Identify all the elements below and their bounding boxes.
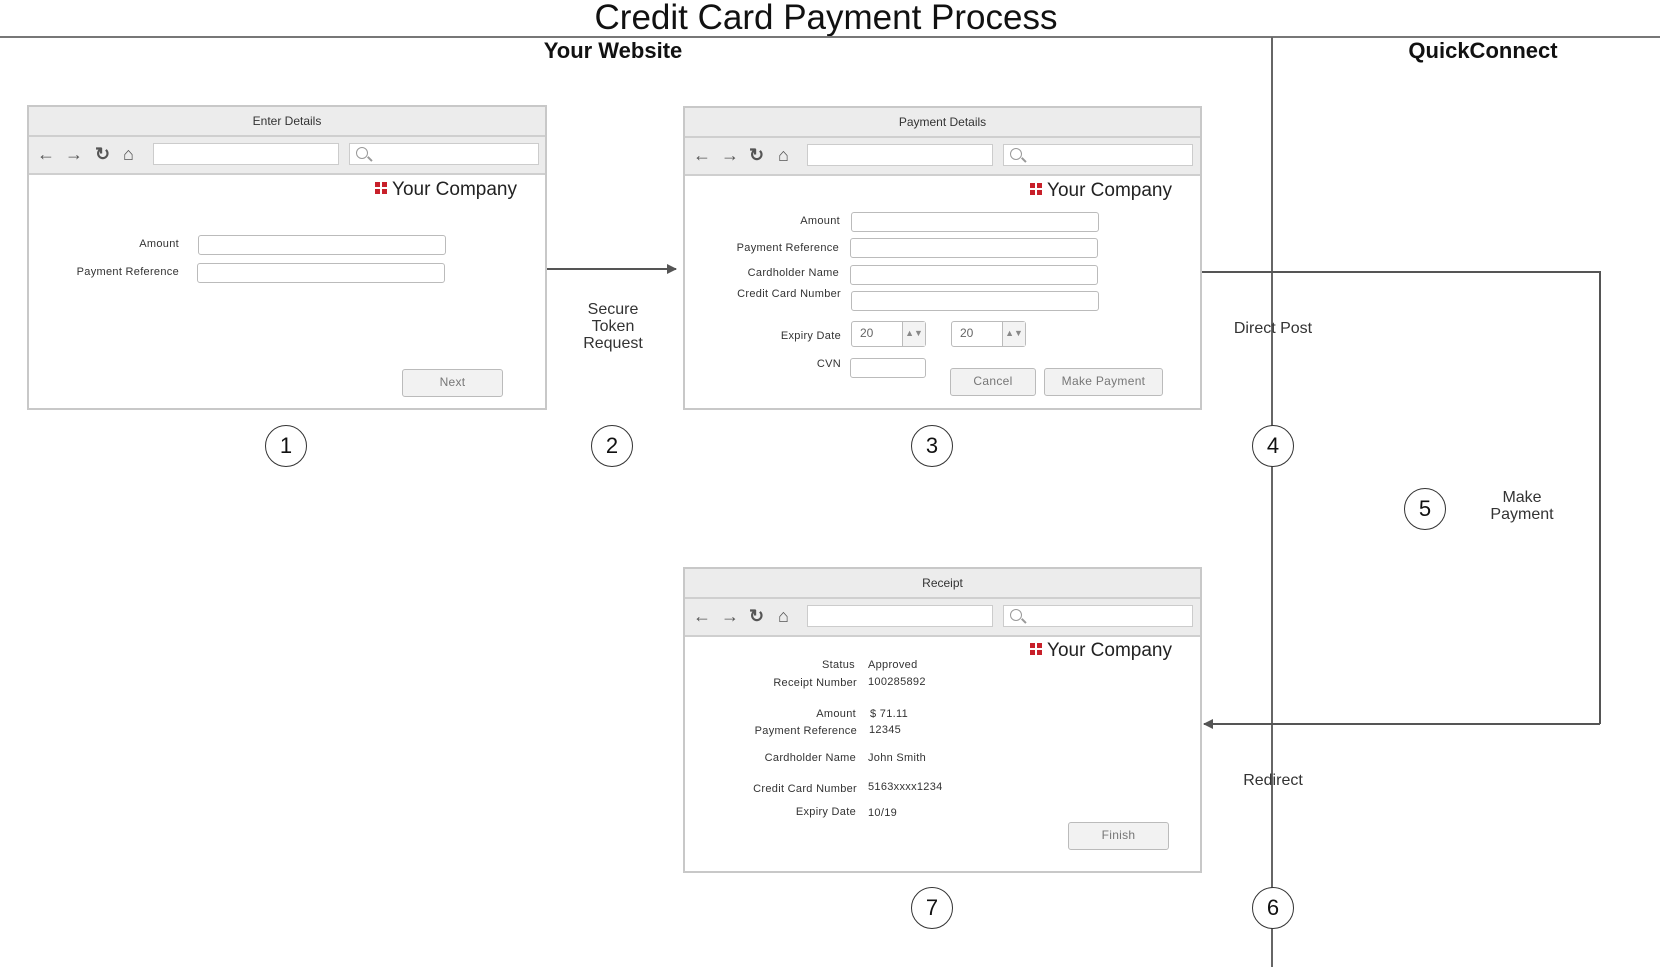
home-icon[interactable]: ⌂ [123, 144, 134, 165]
receipt-label-receipt-number: Receipt Number [773, 677, 857, 689]
field-label-cvn: CVN [816, 358, 841, 370]
address-bar[interactable] [807, 144, 993, 166]
search-icon [356, 147, 368, 159]
back-arrow-icon[interactable]: ← [693, 606, 711, 627]
window-title: Payment Details [685, 108, 1200, 138]
brand-logo: Your Company [1030, 180, 1172, 202]
grid-logo-icon [375, 182, 388, 195]
brand-logo: Your Company [375, 179, 517, 201]
forward-arrow-icon[interactable]: → [721, 606, 739, 627]
stepper-arrows-icon[interactable]: ▲▼ [1002, 322, 1025, 346]
back-arrow-icon[interactable]: ← [693, 145, 711, 166]
receipt-label-payment-reference: Payment Reference [754, 725, 857, 737]
home-icon[interactable]: ⌂ [778, 145, 789, 166]
make-payment-button[interactable]: Make Payment [1044, 368, 1163, 396]
cardholder-name-input[interactable] [850, 265, 1098, 285]
next-button[interactable]: Next [402, 369, 503, 397]
receipt-value-status: Approved [868, 659, 918, 671]
receipt-value-credit-card-number: 5163xxxx1234 [868, 781, 943, 793]
step-1-marker: 1 [265, 425, 307, 467]
receipt-label-expiry-date: Expiry Date [795, 806, 856, 818]
refresh-icon[interactable]: ↻ [95, 144, 110, 165]
field-label-cardholder-name: Cardholder Name [747, 267, 839, 279]
expiry-month-stepper[interactable]: 20 ▲▼ [851, 321, 926, 347]
expiry-year-value: 20 [960, 326, 974, 340]
window-title: Receipt [685, 569, 1200, 599]
field-label-payment-reference: Payment Reference [736, 242, 839, 254]
brand-logo: Your Company [1030, 640, 1172, 662]
label-redirect: Redirect [1243, 772, 1303, 789]
search-box[interactable] [1003, 144, 1193, 166]
brand-name: Your Company [392, 179, 517, 200]
brand-name: Your Company [1047, 180, 1172, 201]
browser-toolbar: ← → ↻ ⌂ [29, 137, 545, 175]
grid-logo-icon [1030, 643, 1043, 656]
receipt-label-credit-card-number: Credit Card Number [753, 783, 857, 795]
field-label-amount: Amount [139, 238, 179, 250]
grid-logo-icon [1030, 183, 1043, 196]
amount-input[interactable] [198, 235, 446, 255]
step-3-marker: 3 [911, 425, 953, 467]
label-secure-token-request: Secure Token Request [583, 301, 643, 352]
field-label-payment-reference: Payment Reference [76, 266, 179, 278]
amount-input[interactable] [851, 212, 1099, 232]
search-icon [1010, 148, 1022, 160]
receipt-value-amount: $ 71.11 [870, 708, 908, 720]
search-icon [1010, 609, 1022, 621]
receipt-value-cardholder-name: John Smith [868, 752, 927, 764]
credit-card-number-input[interactable] [851, 291, 1099, 311]
step-2-marker: 2 [591, 425, 633, 467]
field-label-credit-card-number: Credit Card Number [737, 288, 841, 300]
label-direct-post: Direct Post [1233, 320, 1313, 337]
home-icon[interactable]: ⌂ [778, 606, 789, 627]
browser-toolbar: ← → ↻ ⌂ [685, 599, 1200, 637]
address-bar[interactable] [153, 143, 339, 165]
forward-arrow-icon[interactable]: → [65, 144, 83, 165]
browser-window-enter-details: Enter Details ← → ↻ ⌂ Your Company Amoun… [27, 105, 547, 410]
step-7-marker: 7 [911, 887, 953, 929]
step-5-marker: 5 [1404, 488, 1446, 530]
back-arrow-icon[interactable]: ← [37, 144, 55, 165]
field-label-expiry-date: Expiry Date [780, 330, 841, 342]
label-make-payment: Make Payment [1490, 489, 1554, 523]
stepper-arrows-icon[interactable]: ▲▼ [902, 322, 925, 346]
search-box[interactable] [1003, 605, 1193, 627]
field-label-amount: Amount [800, 215, 840, 227]
receipt-label-cardholder-name: Cardholder Name [764, 752, 856, 764]
receipt-value-expiry-date: 10/19 [868, 807, 898, 819]
forward-arrow-icon[interactable]: → [721, 145, 739, 166]
refresh-icon[interactable]: ↻ [749, 145, 764, 166]
receipt-value-receipt-number: 100285892 [868, 676, 926, 688]
browser-toolbar: ← → ↻ ⌂ [685, 138, 1200, 176]
cvn-input[interactable] [850, 358, 926, 378]
browser-window-payment-details: Payment Details ← → ↻ ⌂ Your Company Amo… [683, 106, 1202, 410]
expiry-year-stepper[interactable]: 20 ▲▼ [951, 321, 1026, 347]
step-4-marker: 4 [1252, 425, 1294, 467]
window-title: Enter Details [29, 107, 545, 137]
receipt-value-payment-reference: 12345 [869, 724, 902, 736]
refresh-icon[interactable]: ↻ [749, 606, 764, 627]
brand-name: Your Company [1047, 640, 1172, 661]
browser-window-receipt: Receipt ← → ↻ ⌂ Your Company Status Appr… [683, 567, 1202, 873]
receipt-label-status: Status [822, 659, 855, 671]
expiry-month-value: 20 [860, 326, 874, 340]
search-box[interactable] [349, 143, 539, 165]
payment-reference-input[interactable] [850, 238, 1098, 258]
address-bar[interactable] [807, 605, 993, 627]
payment-reference-input[interactable] [197, 263, 445, 283]
finish-button[interactable]: Finish [1068, 822, 1169, 850]
step-6-marker: 6 [1252, 887, 1294, 929]
receipt-label-amount: Amount [816, 708, 856, 720]
cancel-button[interactable]: Cancel [950, 368, 1036, 396]
